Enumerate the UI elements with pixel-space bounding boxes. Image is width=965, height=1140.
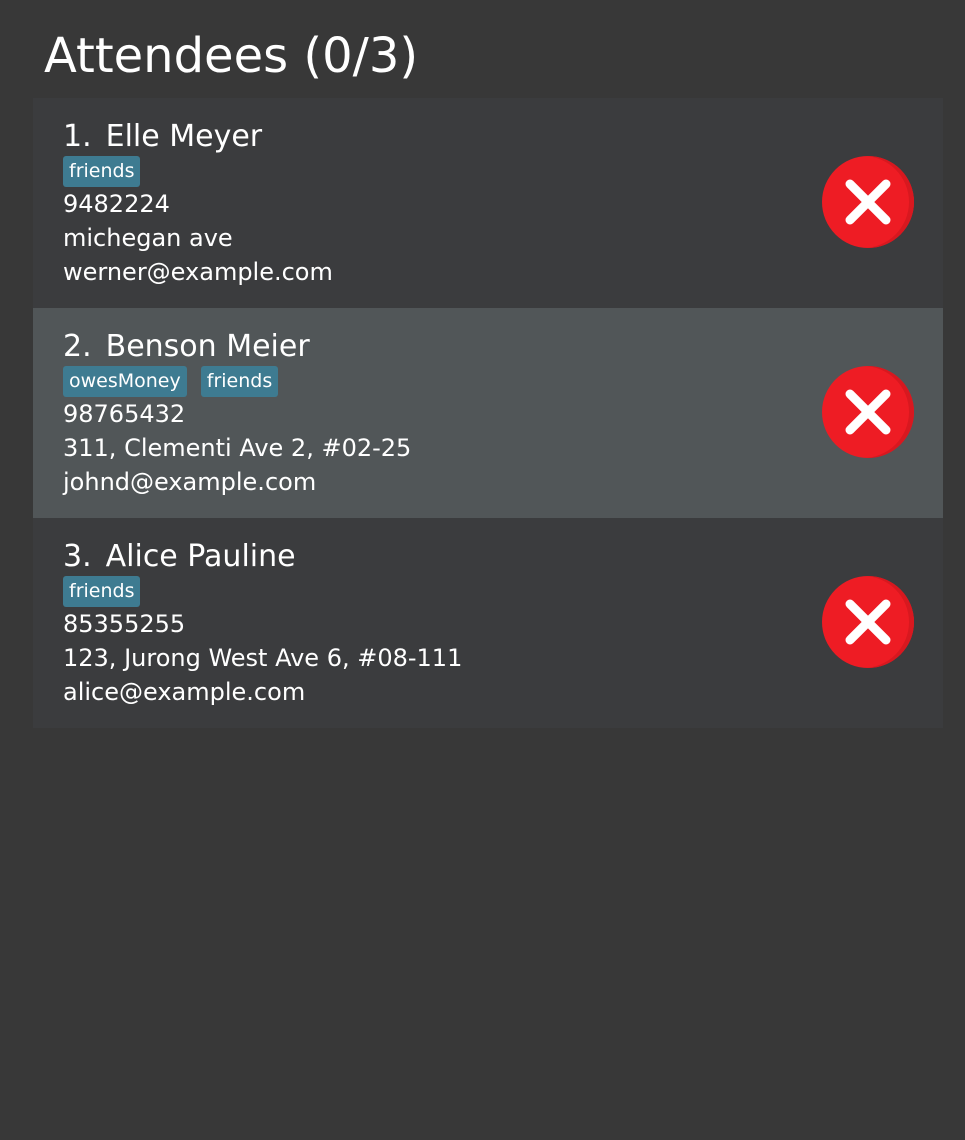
remove-attendee-button[interactable] [822, 576, 914, 668]
attendee-name: Alice Pauline [105, 539, 296, 574]
attendee-address: michegan ave [63, 224, 233, 252]
close-icon [845, 179, 891, 225]
attendee-address: 311, Clementi Ave 2, #02-25 [63, 434, 412, 462]
attendee-name: Benson Meier [105, 329, 310, 364]
attendee-list[interactable]: 1. Elle Meyer friends 9482224 michegan av… [33, 98, 943, 728]
attendee-name-line: 3. Alice Pauline [63, 538, 296, 576]
attendee-name-line: 1. Elle Meyer [63, 118, 262, 156]
attendee-card[interactable]: 3. Alice Pauline friends 85355255 123, Ju… [33, 518, 943, 728]
tag: friends [200, 366, 279, 397]
attendee-phone: 98765432 [63, 400, 186, 428]
tag-list: friends [63, 576, 141, 607]
attendee-email: alice@example.com [63, 678, 306, 706]
close-icon [845, 599, 891, 645]
panel-title: Attendees (0/3) [44, 28, 419, 84]
tag-list: friends [63, 156, 141, 187]
attendee-index: 2. [63, 329, 92, 364]
attendee-card[interactable]: 1. Elle Meyer friends 9482224 michegan av… [33, 98, 943, 308]
attendee-index: 1. [63, 119, 92, 154]
tag: owesMoney [63, 366, 187, 397]
attendee-name: Elle Meyer [105, 119, 263, 154]
tag: friends [63, 156, 141, 187]
attendee-address: 123, Jurong West Ave 6, #08-111 [63, 644, 463, 672]
close-icon [845, 389, 891, 435]
tag-list: owesMoney friends [63, 366, 279, 397]
attendee-card-selected[interactable]: 2. Benson Meier owesMoney friends 9876543… [33, 308, 943, 518]
attendee-name-line: 2. Benson Meier [63, 328, 310, 366]
attendee-phone: 85355255 [63, 610, 186, 638]
tag: friends [63, 576, 141, 607]
remove-attendee-button[interactable] [822, 156, 914, 248]
attendee-phone: 9482224 [63, 190, 170, 218]
attendee-index: 3. [63, 539, 92, 574]
remove-attendee-button[interactable] [822, 366, 914, 458]
attendee-email: johnd@example.com [63, 468, 317, 496]
attendee-email: werner@example.com [63, 258, 333, 286]
